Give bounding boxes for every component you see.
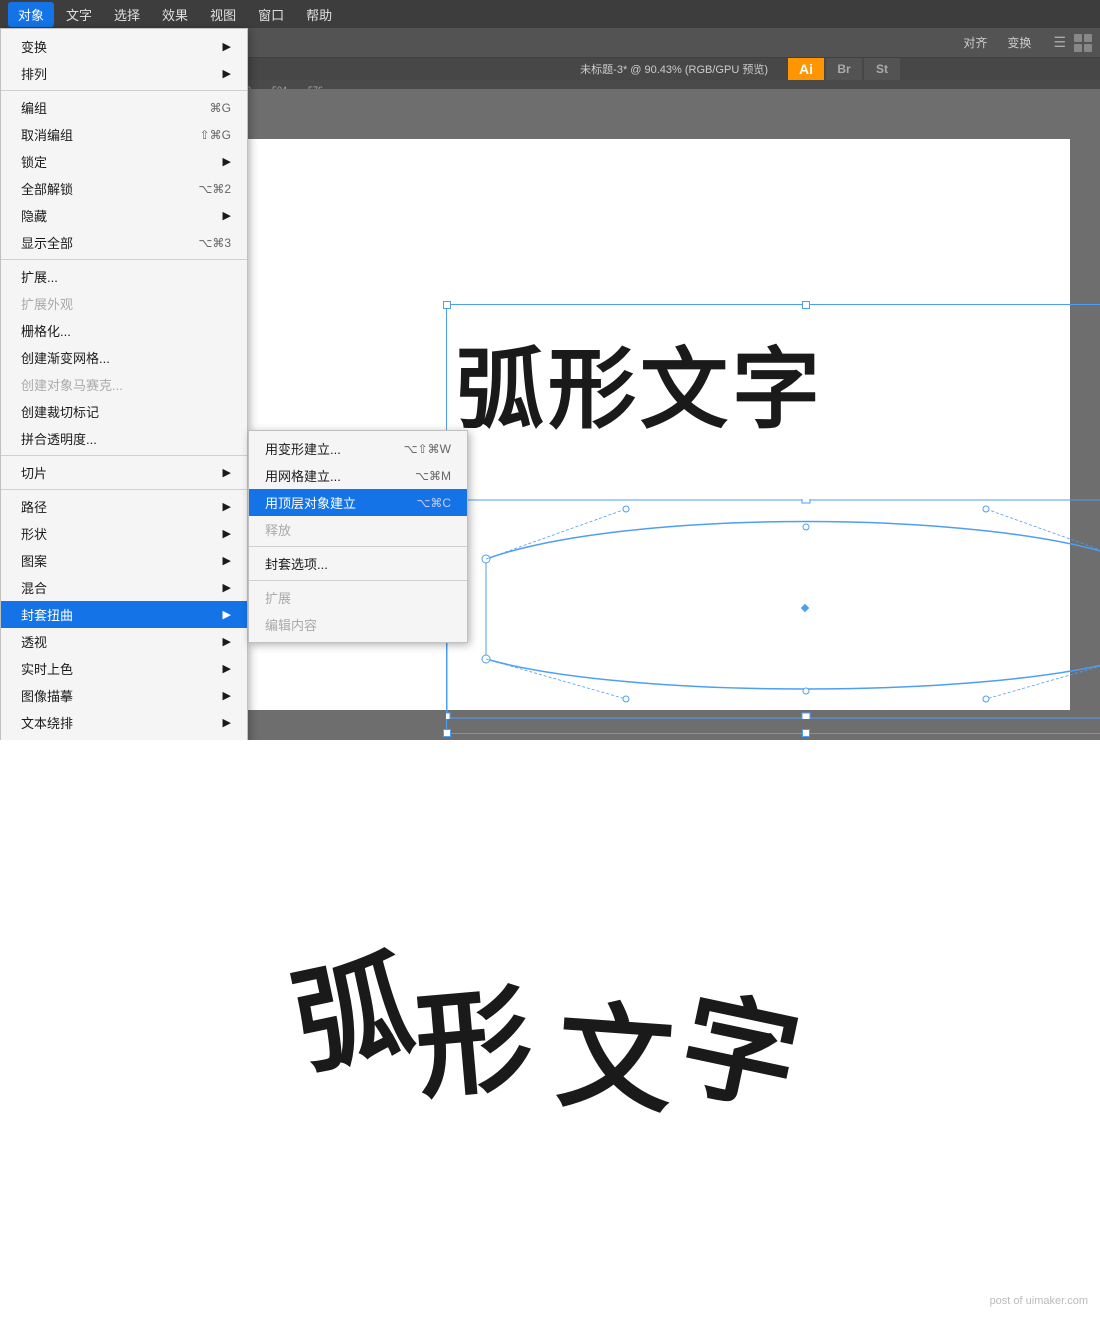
menu-item-expand[interactable]: 扩展... bbox=[1, 263, 247, 290]
arc-text-svg: 弧 形 文 字 bbox=[290, 910, 810, 1170]
menu-item-hide[interactable]: 隐藏 ▶ bbox=[1, 202, 247, 229]
svg-text:文: 文 bbox=[553, 993, 677, 1128]
handle-top-center bbox=[802, 301, 810, 309]
arrow-icon: ▶ bbox=[223, 689, 231, 702]
menu-item-lock[interactable]: 锁定 ▶ bbox=[1, 148, 247, 175]
arrow-icon: ▶ bbox=[223, 40, 231, 53]
svg-text:形: 形 bbox=[411, 976, 537, 1113]
menu-item-mosaic: 创建对象马赛克... bbox=[1, 371, 247, 398]
arrow-icon: ▶ bbox=[223, 67, 231, 80]
ai-application: 对象 文字 选择 效果 视图 窗口 帮助 不透明度: 100% ▶ ⊕ 对齐 变… bbox=[0, 0, 1100, 740]
result-preview-section: 弧 形 文 字 post of uimaker.com bbox=[0, 740, 1100, 1319]
menu-item-crop-marks[interactable]: 创建裁切标记 bbox=[1, 398, 247, 425]
separator bbox=[1, 90, 247, 91]
menu-item-group[interactable]: 编组 ⌘G bbox=[1, 94, 247, 121]
menu-item-rasterize[interactable]: 栅格化... bbox=[1, 317, 247, 344]
align-button[interactable]: 对齐 bbox=[957, 32, 993, 53]
menu-item-envelope-distort[interactable]: 封套扭曲 ▶ bbox=[1, 601, 247, 628]
menu-item-image-trace[interactable]: 图像描摹 ▶ bbox=[1, 682, 247, 709]
svg-text:弧: 弧 bbox=[290, 941, 423, 1089]
arrow-icon: ▶ bbox=[223, 466, 231, 479]
separator bbox=[1, 489, 247, 490]
canvas-main-text: 弧形文字 bbox=[456, 319, 824, 446]
menu-bar: 对象 文字 选择 效果 视图 窗口 帮助 bbox=[0, 0, 1100, 28]
menu-item-blend[interactable]: 混合 ▶ bbox=[1, 574, 247, 601]
menu-item-slice[interactable]: 切片 ▶ bbox=[1, 459, 247, 486]
arrow-icon: ▶ bbox=[223, 527, 231, 540]
arrow-icon: ▶ bbox=[223, 716, 231, 729]
menu-help[interactable]: 帮助 bbox=[296, 2, 342, 27]
menu-item-path[interactable]: 路径 ▶ bbox=[1, 493, 247, 520]
arrow-icon: ▶ bbox=[223, 554, 231, 567]
arc-text-container: 弧 形 文 字 bbox=[290, 910, 810, 1170]
arrow-icon: ▶ bbox=[223, 635, 231, 648]
menu-item-text-wrap[interactable]: 文本绕排 ▶ bbox=[1, 709, 247, 736]
menu-object[interactable]: 对象 bbox=[8, 2, 54, 27]
menu-text[interactable]: 文字 bbox=[56, 2, 102, 27]
watermark: post of uimaker.com bbox=[990, 1295, 1088, 1307]
menu-select[interactable]: 选择 bbox=[104, 2, 150, 27]
arrow-icon: ▶ bbox=[223, 662, 231, 675]
menu-item-show-all[interactable]: 显示全部 ⌥⌘3 bbox=[1, 229, 247, 256]
illustrator-badge[interactable]: Ai bbox=[788, 58, 824, 80]
menu-item-live-paint[interactable]: 实时上色 ▶ bbox=[1, 655, 247, 682]
envelope-curve bbox=[446, 499, 1100, 719]
menu-item-shape[interactable]: 形状 ▶ bbox=[1, 520, 247, 547]
menu-view[interactable]: 视图 bbox=[200, 2, 246, 27]
canvas-white: 弧形文字 bbox=[226, 139, 1070, 710]
object-menu-dropdown[interactable]: 变换 ▶ 排列 ▶ 编组 ⌘G 取消编组 ⇧⌘G 锁定 ▶ 全部解锁 bbox=[0, 28, 248, 740]
menu-item-arrange[interactable]: 排列 ▶ bbox=[1, 60, 247, 87]
handle-bot-left bbox=[443, 729, 451, 737]
app-badges: Ai Br St bbox=[788, 58, 900, 80]
arrow-icon: ▶ bbox=[223, 209, 231, 222]
handle-bot-center bbox=[802, 729, 810, 737]
options-right: 对齐 变换 ☰ bbox=[957, 32, 1092, 53]
menu-window[interactable]: 窗口 bbox=[248, 2, 294, 27]
menu-effect[interactable]: 效果 bbox=[152, 2, 198, 27]
svg-text:字: 字 bbox=[670, 980, 809, 1128]
transform-button[interactable]: 变换 bbox=[1001, 32, 1037, 53]
menu-item-unlock-all[interactable]: 全部解锁 ⌥⌘2 bbox=[1, 175, 247, 202]
menu-item-line-sketch[interactable]: Line 和 Sketch 图稿 ▶ bbox=[1, 736, 247, 740]
handle-mid-left bbox=[443, 515, 451, 523]
panel-menu-icon[interactable]: ☰ bbox=[1053, 34, 1066, 51]
arrow-icon: ▶ bbox=[223, 500, 231, 513]
stock-badge[interactable]: St bbox=[864, 58, 900, 80]
panels-icon[interactable] bbox=[1074, 34, 1092, 52]
menu-item-pattern[interactable]: 图案 ▶ bbox=[1, 547, 247, 574]
menu-item-gradient-mesh[interactable]: 创建渐变网格... bbox=[1, 344, 247, 371]
handle-top-left bbox=[443, 301, 451, 309]
arrow-icon: ▶ bbox=[223, 581, 231, 594]
menu-item-expand-appearance: 扩展外观 bbox=[1, 290, 247, 317]
bridge-badge[interactable]: Br bbox=[826, 58, 862, 80]
menu-item-perspective[interactable]: 透视 ▶ bbox=[1, 628, 247, 655]
arrow-icon: ▶ bbox=[223, 155, 231, 168]
menu-item-flatten-transparency[interactable]: 拼合透明度... bbox=[1, 425, 247, 452]
separator bbox=[1, 455, 247, 456]
menu-item-ungroup[interactable]: 取消编组 ⇧⌘G bbox=[1, 121, 247, 148]
separator bbox=[1, 259, 247, 260]
arrow-icon: ▶ bbox=[223, 608, 231, 621]
menu-item-transform[interactable]: 变换 ▶ bbox=[1, 33, 247, 60]
